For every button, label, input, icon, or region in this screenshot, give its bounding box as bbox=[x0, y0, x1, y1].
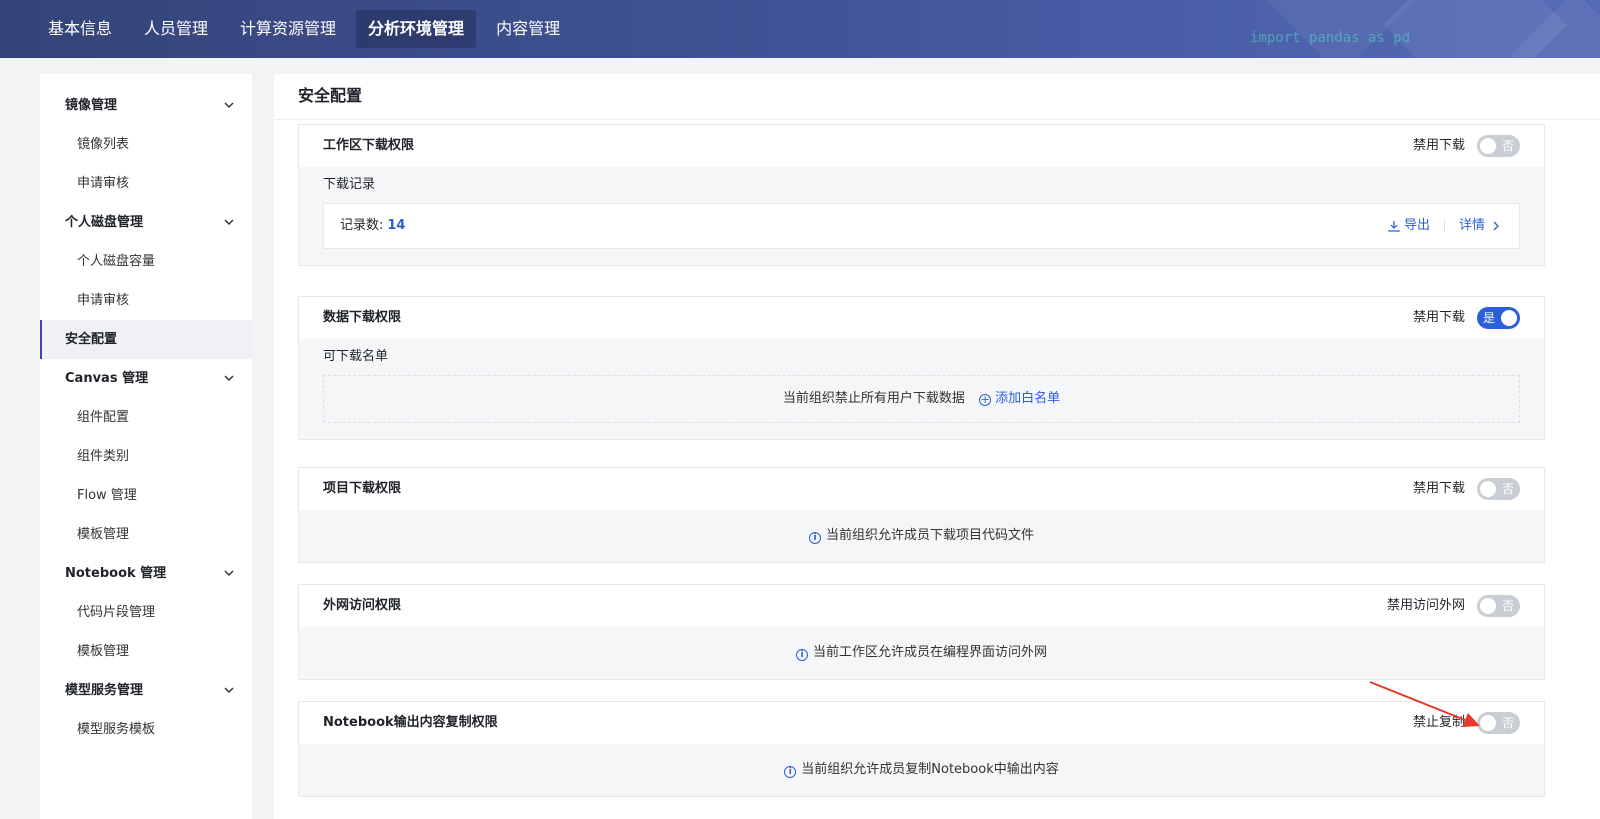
export-link[interactable]: 导出 bbox=[1404, 204, 1430, 248]
main-panel: 安全配置 工作区下载权限 禁用下载 否 下载记录 记录数: 14 导出 详情 数… bbox=[274, 74, 1600, 819]
whitelist-label: 可下载名单 bbox=[323, 349, 389, 364]
project-download-toggle[interactable]: 否 bbox=[1477, 478, 1520, 500]
notebook-info: i 当前组织允许成员复制Notebook中输出内容 bbox=[323, 744, 1520, 796]
project-info: i 当前组织允许成员下载项目代码文件 bbox=[323, 510, 1520, 562]
chevron-down-icon bbox=[224, 687, 234, 694]
sidebar-group-image[interactable]: 镜像管理 bbox=[40, 86, 252, 125]
toggle-text: 否 bbox=[1501, 716, 1514, 730]
tab-basic-info[interactable]: 基本信息 bbox=[36, 10, 124, 48]
sidebar-group-label: 个人磁盘管理 bbox=[65, 215, 144, 230]
sidebar-item-model-template[interactable]: 模型服务模板 bbox=[40, 710, 252, 749]
notebook-copy-card: Notebook输出内容复制权限 禁止复制 否 i 当前组织允许成员复制Noteb… bbox=[298, 701, 1545, 797]
info-text: 当前工作区允许成员在编程界面访问外网 bbox=[812, 645, 1047, 660]
whitelist-empty: 当前组织禁止所有用户下载数据 + 添加白名单 bbox=[323, 375, 1520, 423]
data-download-toggle[interactable]: 是 bbox=[1477, 307, 1520, 329]
tab-analysis-env[interactable]: 分析环境管理 bbox=[356, 10, 477, 48]
download-icon bbox=[1388, 221, 1400, 232]
top-nav-bar: import pandas as pd 基本信息 人员管理 计算资源管理 分析环… bbox=[0, 0, 1600, 58]
toggle-knob bbox=[1480, 598, 1496, 614]
sidebar-group-disk[interactable]: 个人磁盘管理 bbox=[40, 203, 252, 242]
sidebar-group-label: 模型服务管理 bbox=[65, 683, 144, 698]
sidebar-group-notebook[interactable]: Notebook 管理 bbox=[40, 554, 252, 593]
header-code-snippet: import pandas as pd bbox=[1250, 30, 1411, 46]
toggle-label: 禁用下载 bbox=[1412, 310, 1465, 325]
divider bbox=[1443, 220, 1445, 232]
sidebar-group-label: 镜像管理 bbox=[65, 98, 118, 113]
project-download-card: 项目下载权限 禁用下载 否 i 当前组织允许成员下载项目代码文件 bbox=[298, 467, 1545, 563]
data-download-card: 数据下载权限 禁用下载 是 可下载名单 当前组织禁止所有用户下载数据 + 添加白名… bbox=[298, 296, 1545, 440]
sidebar-item-component-category[interactable]: 组件类别 bbox=[40, 437, 252, 476]
sidebar-item-disk-review[interactable]: 申请审核 bbox=[40, 281, 252, 320]
toggle-knob bbox=[1480, 715, 1496, 731]
toggle-label: 禁用访问外网 bbox=[1386, 598, 1465, 613]
sidebar-item-flow[interactable]: Flow 管理 bbox=[40, 476, 252, 515]
card-title: 工作区下载权限 bbox=[323, 138, 415, 153]
info-text: 当前组织允许成员下载项目代码文件 bbox=[825, 528, 1034, 543]
info-icon: i bbox=[808, 532, 821, 544]
sidebar-item-component-config[interactable]: 组件配置 bbox=[40, 398, 252, 437]
add-whitelist-label: 添加白名单 bbox=[995, 391, 1061, 406]
toggle-text: 否 bbox=[1501, 599, 1514, 613]
network-access-toggle[interactable]: 否 bbox=[1477, 595, 1520, 617]
chevron-right-icon bbox=[1493, 221, 1499, 231]
tab-compute[interactable]: 计算资源管理 bbox=[228, 10, 348, 48]
card-title: 外网访问权限 bbox=[323, 598, 402, 613]
sidebar-group-model-service[interactable]: 模型服务管理 bbox=[40, 671, 252, 710]
sidebar-group-label: Notebook 管理 bbox=[65, 566, 167, 581]
chevron-down-icon bbox=[224, 570, 234, 577]
plus-circle-icon: + bbox=[979, 393, 992, 406]
record-count-label: 记录数: bbox=[340, 218, 384, 233]
toggle-label: 禁止复制 bbox=[1412, 715, 1465, 730]
card-title: 项目下载权限 bbox=[323, 481, 402, 496]
sidebar-item-image-list[interactable]: 镜像列表 bbox=[40, 125, 252, 164]
toggle-knob bbox=[1501, 310, 1517, 326]
notebook-copy-toggle[interactable]: 否 bbox=[1477, 712, 1520, 734]
sidebar-item-security[interactable]: 安全配置 bbox=[40, 320, 252, 359]
network-info: i 当前工作区允许成员在编程界面访问外网 bbox=[323, 627, 1520, 679]
empty-text: 当前组织禁止所有用户下载数据 bbox=[782, 391, 965, 406]
tab-content[interactable]: 内容管理 bbox=[484, 10, 572, 48]
page-title: 安全配置 bbox=[274, 74, 1600, 120]
info-text: 当前组织允许成员复制Notebook中输出内容 bbox=[801, 762, 1059, 777]
info-icon: i bbox=[784, 766, 797, 778]
chevron-down-icon bbox=[224, 219, 234, 226]
detail-link[interactable]: 详情 bbox=[1459, 204, 1485, 248]
toggle-text: 否 bbox=[1501, 482, 1514, 496]
sidebar-item-image-review[interactable]: 申请审核 bbox=[40, 164, 252, 203]
network-access-card: 外网访问权限 禁用访问外网 否 i 当前工作区允许成员在编程界面访问外网 bbox=[298, 584, 1545, 680]
chevron-down-icon bbox=[224, 102, 234, 109]
sidebar-group-label: Canvas 管理 bbox=[65, 371, 149, 386]
sidebar-group-canvas[interactable]: Canvas 管理 bbox=[40, 359, 252, 398]
workspace-download-card: 工作区下载权限 禁用下载 否 下载记录 记录数: 14 导出 详情 bbox=[298, 124, 1545, 266]
download-record-label: 下载记录 bbox=[323, 177, 376, 192]
sidebar-item-notebook-template[interactable]: 模板管理 bbox=[40, 632, 252, 671]
tab-people[interactable]: 人员管理 bbox=[132, 10, 220, 48]
main-nav: 基本信息 人员管理 计算资源管理 分析环境管理 内容管理 bbox=[36, 0, 580, 58]
toggle-text: 是 bbox=[1483, 311, 1496, 325]
record-count: 14 bbox=[387, 218, 406, 233]
card-title: 数据下载权限 bbox=[323, 310, 402, 325]
sidebar: 镜像管理 镜像列表 申请审核 个人磁盘管理 个人磁盘容量 申请审核 安全配置 C… bbox=[40, 74, 252, 819]
add-whitelist-button[interactable]: + 添加白名单 bbox=[979, 391, 1060, 406]
toggle-text: 否 bbox=[1501, 139, 1514, 153]
toggle-knob bbox=[1480, 481, 1496, 497]
record-box: 记录数: 14 导出 详情 bbox=[323, 203, 1520, 249]
toggle-label: 禁用下载 bbox=[1412, 481, 1465, 496]
chevron-down-icon bbox=[224, 375, 234, 382]
card-title: Notebook输出内容复制权限 bbox=[323, 715, 498, 730]
info-icon: i bbox=[795, 649, 808, 661]
sidebar-item-snippets[interactable]: 代码片段管理 bbox=[40, 593, 252, 632]
sidebar-item-canvas-template[interactable]: 模板管理 bbox=[40, 515, 252, 554]
toggle-label: 禁用下载 bbox=[1412, 138, 1465, 153]
toggle-knob bbox=[1480, 138, 1496, 154]
sidebar-item-disk-capacity[interactable]: 个人磁盘容量 bbox=[40, 242, 252, 281]
workspace-download-toggle[interactable]: 否 bbox=[1477, 135, 1520, 157]
